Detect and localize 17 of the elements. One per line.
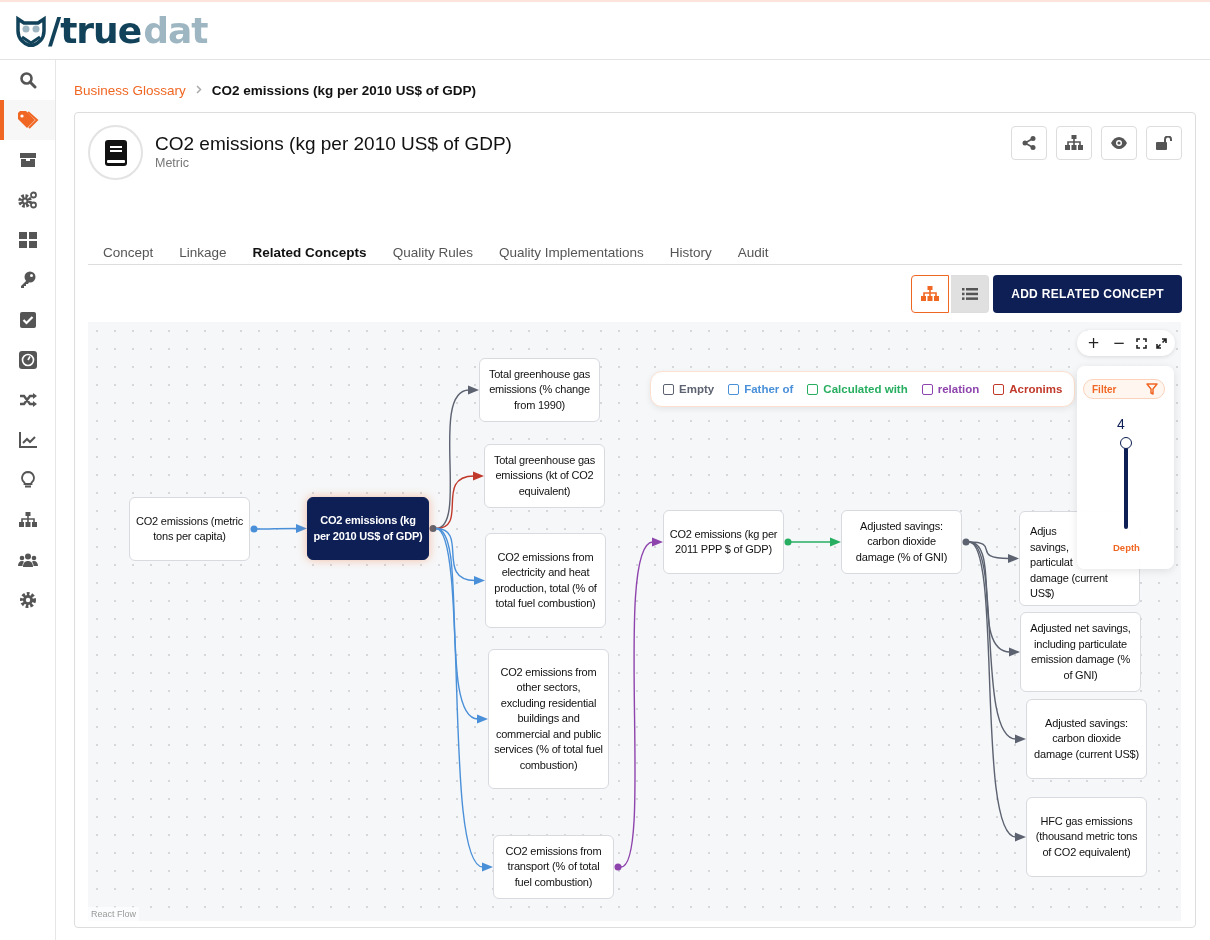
breadcrumb-current: CO2 emissions (kg per 2010 US$ of GDP): [211, 82, 476, 98]
concept-title: CO2 emissions (kg per 2010 US$ of GDP): [155, 133, 513, 155]
depth-label: Depth: [1113, 542, 1140, 553]
legend-label: relation: [937, 383, 980, 395]
node-text: damage (current: [1030, 570, 1108, 586]
depth-value: 4: [1117, 416, 1125, 432]
node-text: particulat: [1030, 555, 1073, 570]
node-text: US$): [1030, 586, 1055, 601]
legend-label: Calculated with: [823, 383, 908, 395]
node-text: savings,: [1030, 539, 1069, 555]
node-text: Adjus: [1030, 524, 1057, 539]
logo-text: dat: [143, 11, 208, 51]
concept-type: Metric: [155, 156, 191, 170]
legend-label: Acronims: [1009, 383, 1063, 395]
logo-text: /true: [48, 11, 142, 51]
legend-label: Empty: [679, 383, 715, 395]
legend-label: Father of: [744, 383, 794, 395]
